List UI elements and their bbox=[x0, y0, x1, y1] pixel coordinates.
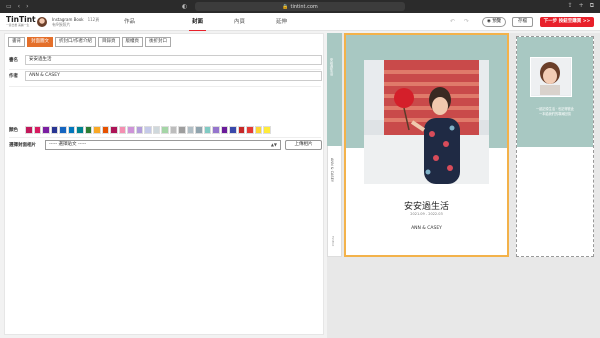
color-swatch[interactable] bbox=[67, 126, 75, 134]
author-field[interactable]: ANN & CASEY bbox=[25, 71, 322, 81]
share-icon[interactable]: ⇪ bbox=[568, 2, 573, 10]
nav-works[interactable]: 作品 bbox=[124, 13, 135, 31]
color-swatch[interactable] bbox=[127, 126, 135, 134]
nav-content[interactable]: 內頁 bbox=[234, 13, 245, 31]
color-swatch[interactable] bbox=[110, 126, 118, 134]
color-swatch[interactable] bbox=[195, 126, 203, 134]
preview-button[interactable]: ◉ 預覽 bbox=[482, 17, 506, 27]
eye-icon: ◉ bbox=[486, 19, 491, 24]
browser-toolbar: ▭ ‹ › ◐ 🔒 tintint.com ⇪ + ⧉ bbox=[0, 0, 600, 13]
color-swatch[interactable] bbox=[42, 126, 50, 134]
color-swatch[interactable] bbox=[101, 126, 109, 134]
color-swatch[interactable] bbox=[76, 126, 84, 134]
divider bbox=[9, 137, 321, 138]
author-photo[interactable] bbox=[530, 57, 572, 97]
color-swatch[interactable] bbox=[263, 126, 271, 134]
author-photo-image bbox=[531, 58, 570, 95]
tab-toc[interactable]: 目錄頁 bbox=[98, 37, 120, 47]
app-header: TinTint 一鍵出書 美麗一生 Instagram Book 112頁 有9張… bbox=[0, 13, 600, 31]
tab-copyright[interactable]: 版權頁 bbox=[121, 37, 144, 47]
color-swatch[interactable] bbox=[246, 126, 254, 134]
tabs-overview-icon[interactable]: ⧉ bbox=[590, 2, 594, 10]
sidebar-toggle-icon[interactable]: ▭ bbox=[6, 3, 12, 10]
color-swatch[interactable] bbox=[33, 126, 41, 134]
page-count: 112頁 bbox=[87, 17, 100, 22]
url-text: tintint.com bbox=[290, 3, 318, 10]
color-swatch[interactable] bbox=[186, 126, 194, 134]
address-bar[interactable]: 🔒 tintint.com bbox=[195, 2, 405, 11]
color-swatch[interactable] bbox=[229, 126, 237, 134]
forward-arrow-icon[interactable]: › bbox=[26, 3, 28, 10]
next-step-button[interactable]: 下一步 按鈕至購買 >> bbox=[540, 17, 594, 27]
divider bbox=[9, 69, 321, 70]
color-label: 顏色 bbox=[9, 128, 18, 133]
undo-icon[interactable]: ↶ bbox=[450, 18, 455, 25]
color-swatch[interactable] bbox=[161, 126, 169, 134]
color-swatch[interactable] bbox=[135, 126, 143, 134]
editor-panel: 書背 封面圖文 折封口/作者介紹 目錄頁 版權頁 後折封口 書名 安安過生活 作… bbox=[4, 33, 324, 335]
color-swatches bbox=[25, 126, 271, 134]
upload-photo-button[interactable]: 上傳相片 bbox=[285, 140, 322, 150]
color-swatch[interactable] bbox=[254, 126, 262, 134]
spine-author: ANN & CASEY bbox=[330, 158, 334, 182]
color-swatch[interactable] bbox=[144, 126, 152, 134]
section-tabs: 書背 封面圖文 折封口/作者介紹 目錄頁 版權頁 後折封口 bbox=[8, 37, 172, 47]
tab-spine[interactable]: 書背 bbox=[8, 37, 25, 47]
back-flap-text: 一起記錄生活 · 也記得彼此 一本給我們的專屬回憶 bbox=[521, 107, 589, 117]
nav-cover[interactable]: 封面 bbox=[188, 13, 207, 31]
color-swatch[interactable] bbox=[203, 126, 211, 134]
redo-icon[interactable]: ↷ bbox=[464, 18, 469, 25]
spine-title: 安安過生活 bbox=[330, 58, 334, 76]
author-label: 作者 bbox=[9, 74, 18, 79]
back-arrow-icon[interactable]: ‹ bbox=[18, 3, 20, 10]
save-button[interactable]: 存檔 bbox=[512, 17, 533, 27]
logo[interactable]: TinTint 一鍵出書 美麗一生 bbox=[6, 16, 36, 27]
cover-photo[interactable] bbox=[364, 60, 489, 184]
divider bbox=[9, 86, 321, 87]
cover-dates: 2021.09 - 2022.03 bbox=[410, 212, 443, 216]
spine-color-band bbox=[327, 33, 342, 146]
post-select[interactable]: ----- 選擇貼文 ----- ▲▼ bbox=[45, 140, 281, 150]
color-swatch[interactable] bbox=[84, 126, 92, 134]
cover-title: 安安過生活 bbox=[403, 202, 449, 212]
title-field[interactable]: 安安過生活 bbox=[25, 55, 322, 65]
color-swatch[interactable] bbox=[178, 126, 186, 134]
new-tab-icon[interactable]: + bbox=[579, 2, 584, 10]
lock-icon: 🔒 bbox=[282, 3, 289, 10]
tab-cover-text[interactable]: 封面圖文 bbox=[27, 37, 53, 47]
color-swatch[interactable] bbox=[93, 126, 101, 134]
color-swatch[interactable] bbox=[50, 126, 58, 134]
color-swatch[interactable] bbox=[169, 126, 177, 134]
shield-icon[interactable]: ◐ bbox=[182, 3, 187, 10]
color-swatch[interactable] bbox=[118, 126, 126, 134]
color-swatch[interactable] bbox=[25, 126, 33, 134]
photo-label: 選擇封面相片 bbox=[9, 143, 36, 148]
chevron-down-icon: ▲▼ bbox=[270, 142, 277, 147]
account-info: Instagram Book 112頁 有9張照片 bbox=[52, 17, 99, 27]
preview-label: 預覽 bbox=[492, 19, 502, 24]
account-subtitle: 有9張照片 bbox=[52, 22, 71, 27]
tab-flap-author[interactable]: 折封口/作者介紹 bbox=[55, 37, 97, 47]
color-swatch[interactable] bbox=[212, 126, 220, 134]
color-swatch[interactable] bbox=[152, 126, 160, 134]
color-swatch[interactable] bbox=[237, 126, 245, 134]
color-swatch[interactable] bbox=[59, 126, 67, 134]
cover-photo-image bbox=[364, 60, 489, 184]
color-swatch[interactable] bbox=[220, 126, 228, 134]
back-flap[interactable]: 一起記錄生活 · 也記得彼此 一本給我們的專屬回憶 bbox=[516, 36, 594, 257]
nav-extra[interactable]: 延伸 bbox=[276, 13, 287, 31]
avatar bbox=[37, 17, 47, 27]
cover-authors: ANN & CASEY bbox=[411, 226, 442, 231]
tab-back-flap[interactable]: 後折封口 bbox=[145, 37, 172, 47]
spine-logo: TinTint bbox=[331, 236, 335, 247]
back-text-line-2: 一本給我們的專屬回憶 bbox=[539, 112, 571, 116]
title-label: 書名 bbox=[9, 58, 18, 63]
post-select-value: ----- 選擇貼文 ----- bbox=[49, 142, 87, 147]
front-cover[interactable]: 安安過生活 2021.09 - 2022.03 ANN & CASEY bbox=[344, 33, 509, 257]
